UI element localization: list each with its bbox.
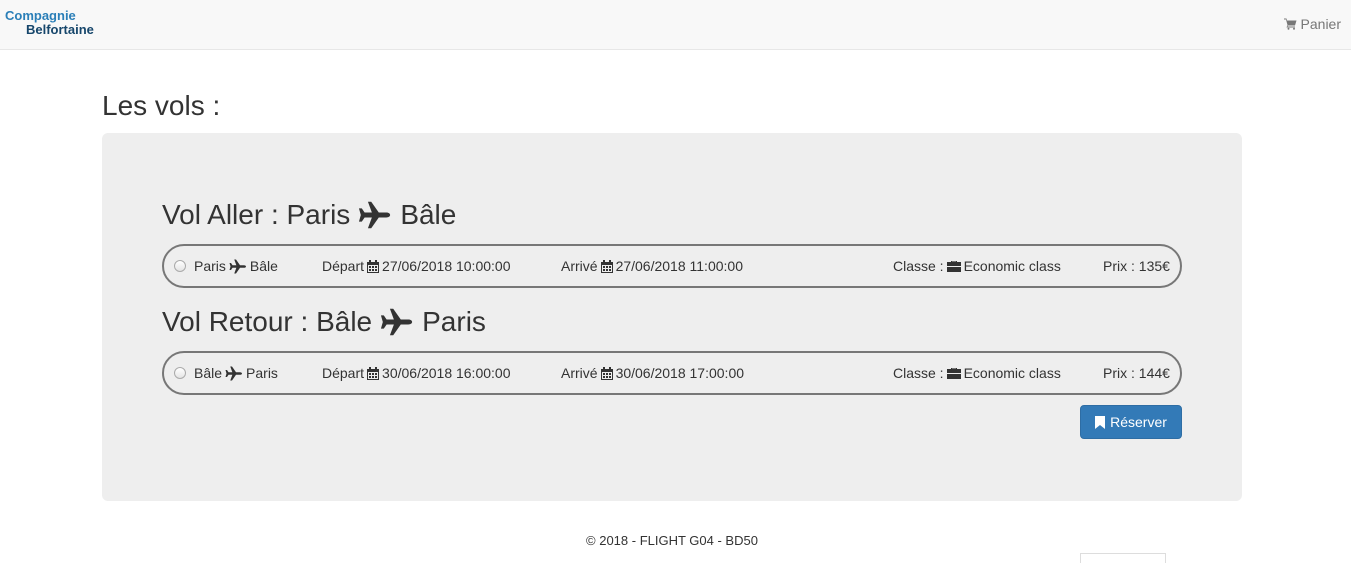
return-title: Vol Retour : Bâle Paris xyxy=(162,306,486,338)
reserve-button-label: Réserver xyxy=(1110,414,1167,430)
return-arrival: Arrivé 30/06/2018 17:00:00 xyxy=(561,365,744,381)
calendar-icon xyxy=(600,366,613,380)
shopping-cart-icon xyxy=(1283,18,1297,30)
arrival-value: 30/06/2018 17:00:00 xyxy=(615,365,745,381)
departure-value: 27/06/2018 10:00:00 xyxy=(382,258,511,274)
route-to: Paris xyxy=(246,365,278,381)
reserve-button[interactable]: Réserver xyxy=(1080,405,1182,439)
page-title: Les vols : xyxy=(102,90,221,121)
outbound-class: Classe : Economic class xyxy=(893,258,1061,274)
route-from: Bâle xyxy=(194,365,223,381)
outbound-radio[interactable] xyxy=(174,260,186,272)
return-title-from: Vol Retour : Bâle xyxy=(162,306,373,337)
route-from: Paris xyxy=(194,258,226,274)
departure-label: Départ xyxy=(322,258,365,274)
outbound-price: Prix : 135€ xyxy=(1103,258,1170,274)
calendar-icon xyxy=(367,366,380,380)
calendar-icon xyxy=(367,259,380,273)
faded-badge xyxy=(1080,553,1166,563)
outbound-departure: Départ 27/06/2018 10:00:00 xyxy=(322,258,511,274)
brand-logo[interactable]: Compagnie Belfortaine xyxy=(5,9,94,37)
plane-icon xyxy=(381,308,413,336)
logo-line-2: Belfortaine xyxy=(26,22,94,37)
outbound-title: Vol Aller : Paris Bâle xyxy=(162,199,456,231)
class-label: Classe : xyxy=(893,258,944,274)
footer-copyright: © 2018 - FLIGHT G04 - BD50 xyxy=(586,533,758,548)
flights-panel: Vol Aller : Paris Bâle Paris Bâle Départ… xyxy=(102,133,1242,501)
arrival-label: Arrivé xyxy=(561,365,598,381)
route-to: Bâle xyxy=(249,258,278,274)
return-radio[interactable] xyxy=(174,367,186,379)
cart-label: Panier xyxy=(1300,16,1341,32)
bookmark-icon xyxy=(1095,415,1106,429)
calendar-icon xyxy=(600,259,613,273)
plane-icon xyxy=(359,201,391,229)
outbound-title-to: Bâle xyxy=(400,199,457,230)
departure-label: Départ xyxy=(322,365,365,381)
return-flight-option[interactable]: Bâle Paris Départ 30/06/2018 16:00:00 Ar… xyxy=(162,351,1182,395)
outbound-route: Paris Bâle xyxy=(194,258,278,274)
outbound-title-from: Vol Aller : Paris xyxy=(162,199,351,230)
departure-value: 30/06/2018 16:00:00 xyxy=(382,365,511,381)
plane-icon xyxy=(229,259,246,273)
class-label: Classe : xyxy=(893,365,944,381)
return-class: Classe : Economic class xyxy=(893,365,1061,381)
plane-icon xyxy=(225,366,243,380)
class-value: Economic class xyxy=(963,258,1061,274)
cart-link[interactable]: Panier xyxy=(1283,16,1341,32)
briefcase-icon xyxy=(946,261,961,272)
briefcase-icon xyxy=(946,368,961,379)
return-title-to: Paris xyxy=(422,306,486,337)
arrival-label: Arrivé xyxy=(561,258,598,274)
arrival-value: 27/06/2018 11:00:00 xyxy=(615,258,743,274)
return-route: Bâle Paris xyxy=(194,365,278,381)
logo-line-1: Compagnie xyxy=(5,8,76,23)
return-departure: Départ 30/06/2018 16:00:00 xyxy=(322,365,511,381)
outbound-arrival: Arrivé 27/06/2018 11:00:00 xyxy=(561,258,743,274)
return-price: Prix : 144€ xyxy=(1103,365,1170,381)
class-value: Economic class xyxy=(963,365,1061,381)
outbound-flight-option[interactable]: Paris Bâle Départ 27/06/2018 10:00:00 Ar… xyxy=(162,244,1182,288)
navbar: Compagnie Belfortaine Panier xyxy=(0,0,1351,50)
